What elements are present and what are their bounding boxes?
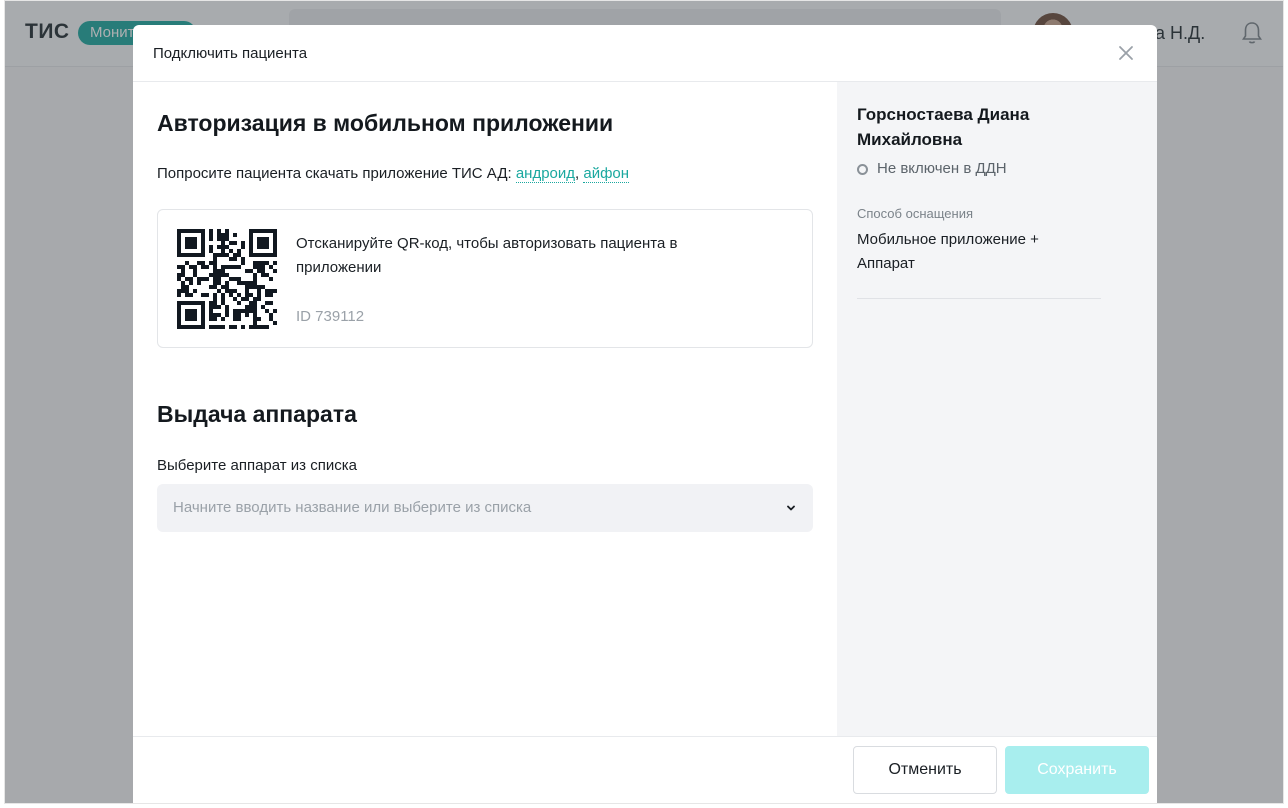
patient-name: Горсностаева Диана Михайловна <box>857 105 1030 149</box>
modal-header: Подключить пациента <box>133 25 1157 82</box>
status-circle-icon <box>857 164 868 175</box>
device-select[interactable]: Начните вводить название или выберите из… <box>157 484 813 532</box>
cancel-button[interactable]: Отменить <box>853 746 997 794</box>
patient-status: Не включен в ДДН <box>877 160 1007 177</box>
qr-instruction: Отсканируйте QR-код, чтобы авторизовать … <box>296 235 678 276</box>
modal-main: Авторизация в мобильном приложении Попро… <box>133 82 837 736</box>
device-label: Выберите аппарат из списка <box>157 457 357 474</box>
link-separator: , <box>575 165 580 182</box>
connect-patient-modal: Подключить пациента Авторизация в мобиль… <box>133 25 1157 803</box>
equipment-label: Способ оснащения <box>857 206 973 221</box>
android-link[interactable]: андроид <box>515 165 576 183</box>
device-heading: Выдача аппарата <box>157 401 357 427</box>
modal-footer: Отменить Сохранить <box>133 736 1157 803</box>
equipment-value: Мобильное приложение + Аппарат <box>857 231 1039 272</box>
qr-id: ID 739112 <box>296 308 365 325</box>
patient-sidebar: Горсностаева Диана Михайловна Не включен… <box>837 82 1157 736</box>
chevron-down-icon[interactable] <box>785 503 797 513</box>
iphone-link[interactable]: айфон <box>583 165 630 183</box>
save-button[interactable]: Сохранить <box>1005 746 1149 794</box>
device-select-placeholder: Начните вводить название или выберите из… <box>173 499 532 516</box>
qr-code <box>177 229 277 329</box>
modal-title: Подключить пациента <box>153 45 308 62</box>
qr-card: Отсканируйте QR-код, чтобы авторизовать … <box>157 209 813 348</box>
download-prompt: Попросите пациента скачать приложение ТИ… <box>157 165 630 183</box>
app-window: ТИС Мониторинг а Н.Д. Подключить пациент… <box>4 0 1284 804</box>
close-icon[interactable] <box>1114 41 1138 65</box>
download-prompt-text: Попросите пациента скачать приложение ТИ… <box>157 165 512 182</box>
auth-heading: Авторизация в мобильном приложении <box>157 110 614 136</box>
divider <box>857 298 1101 299</box>
